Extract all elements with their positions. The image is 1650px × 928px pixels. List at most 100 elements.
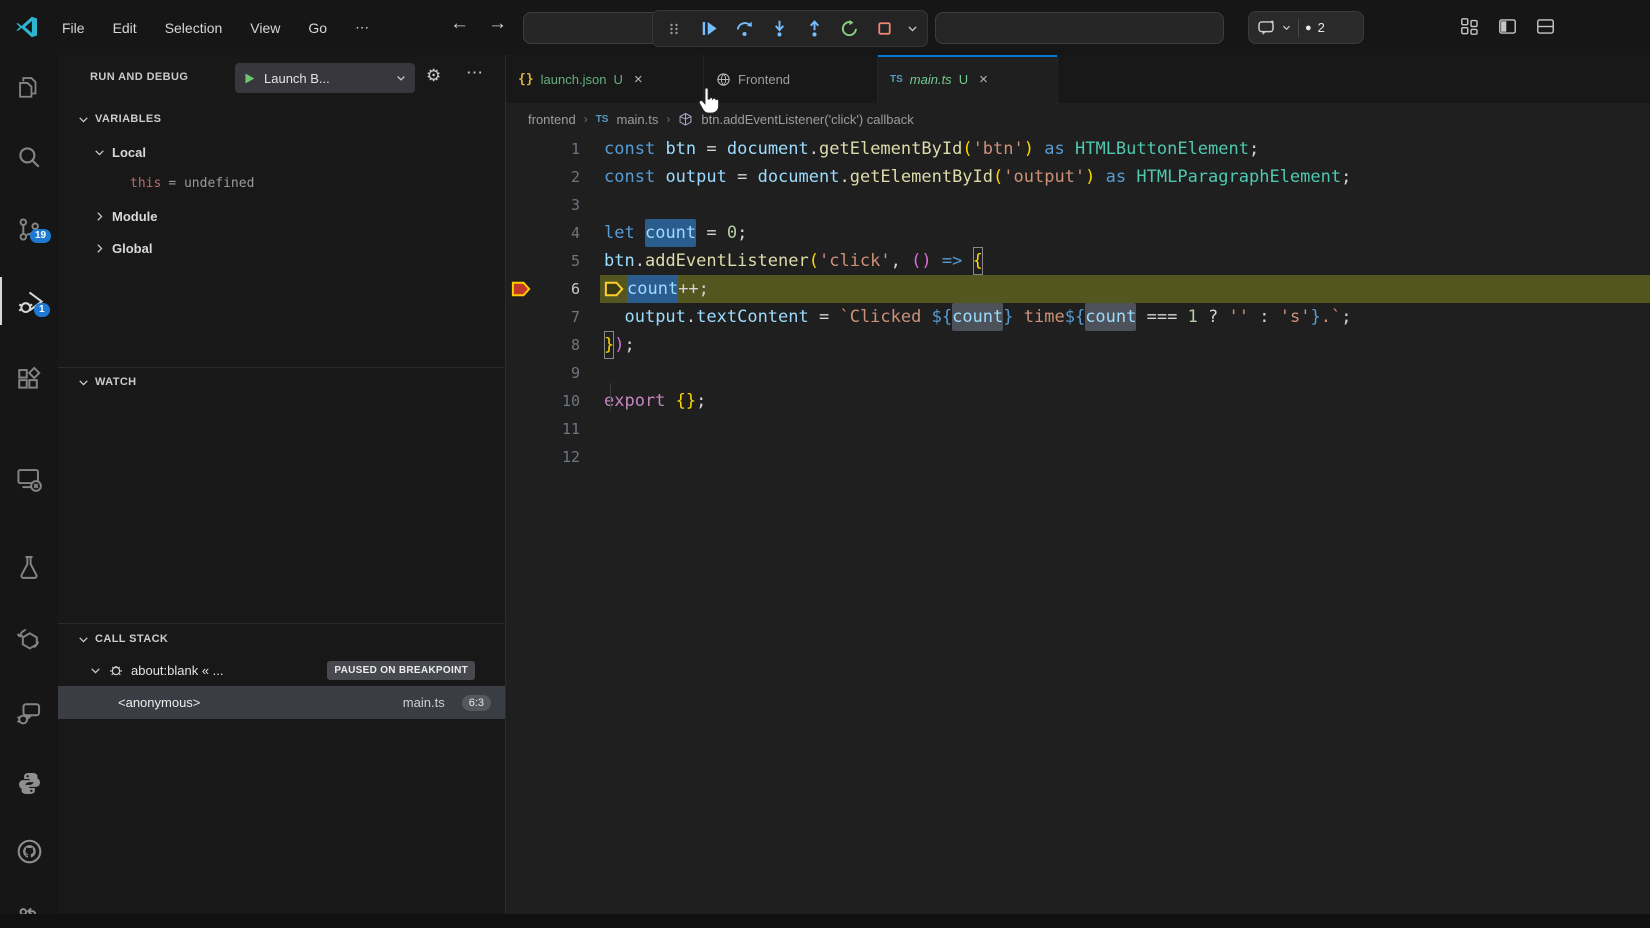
- tab-launch-json[interactable]: {} launch.json U ×: [506, 55, 704, 103]
- breakpoint-icon[interactable]: [506, 275, 536, 303]
- step-into-icon[interactable]: [764, 14, 795, 44]
- github-icon[interactable]: [0, 827, 58, 875]
- close-icon[interactable]: ×: [979, 71, 988, 88]
- variable-this-row[interactable]: this = undefined: [58, 168, 505, 198]
- menu-view[interactable]: View: [236, 20, 294, 36]
- code-line[interactable]: 7 output.textContent = `Clicked ${count}…: [506, 303, 1650, 331]
- customize-layout-icon[interactable]: [1460, 17, 1479, 36]
- menu-go[interactable]: Go: [294, 20, 341, 36]
- line-content[interactable]: const btn = document.getElementById('btn…: [580, 135, 1259, 163]
- gutter[interactable]: [506, 303, 536, 331]
- line-number[interactable]: 11: [536, 415, 580, 443]
- launch-config-button[interactable]: Launch B...: [235, 63, 415, 93]
- gutter[interactable]: [506, 359, 536, 387]
- gutter[interactable]: [506, 415, 536, 443]
- line-content[interactable]: const output = document.getElementById('…: [580, 163, 1351, 191]
- line-number[interactable]: 5: [536, 247, 580, 275]
- gear-icon[interactable]: ⚙: [426, 66, 441, 86]
- start-debug-icon[interactable]: [243, 72, 256, 85]
- line-number[interactable]: 12: [536, 443, 580, 471]
- line-content[interactable]: [580, 443, 604, 471]
- gutter[interactable]: [506, 443, 536, 471]
- code-line[interactable]: 10export {};: [506, 387, 1650, 415]
- line-number[interactable]: 1: [536, 135, 580, 163]
- command-center-left[interactable]: [523, 12, 663, 44]
- sidebar-more-icon[interactable]: ⋯: [466, 63, 483, 83]
- code-line[interactable]: 12: [506, 443, 1650, 471]
- stack-frame-row[interactable]: <anonymous> main.ts 6:3: [58, 686, 505, 719]
- package-icon[interactable]: [0, 615, 58, 663]
- line-content[interactable]: count++;: [580, 275, 709, 303]
- menu-file[interactable]: File: [48, 20, 99, 36]
- menu-more-icon[interactable]: ⋯: [341, 19, 383, 36]
- copilot-chat-icon[interactable]: [1257, 19, 1275, 37]
- scope-local-row[interactable]: Local: [58, 137, 505, 167]
- back-icon[interactable]: ←: [450, 13, 469, 35]
- command-center-right[interactable]: [935, 12, 1224, 44]
- code-line[interactable]: 3: [506, 191, 1650, 219]
- gutter[interactable]: [506, 163, 536, 191]
- restart-icon[interactable]: [834, 14, 865, 44]
- code-line[interactable]: 11: [506, 415, 1650, 443]
- menu-selection[interactable]: Selection: [151, 20, 237, 36]
- code-line[interactable]: 1const btn = document.getElementById('bt…: [506, 135, 1650, 163]
- remote-explorer-icon[interactable]: [0, 455, 58, 503]
- tab-frontend[interactable]: Frontend: [704, 55, 878, 103]
- chat-debug-icon[interactable]: [0, 689, 58, 737]
- forward-icon[interactable]: →: [488, 13, 507, 35]
- copilot-chevron-icon[interactable]: [1281, 22, 1292, 33]
- line-content[interactable]: export {};: [580, 387, 706, 415]
- scope-module-row[interactable]: Module: [58, 201, 505, 231]
- code-area[interactable]: 1const btn = document.getElementById('bt…: [506, 135, 1650, 928]
- status-count[interactable]: 2: [1318, 20, 1325, 35]
- gutter[interactable]: [506, 219, 536, 247]
- variables-section-header[interactable]: VARIABLES: [58, 105, 505, 133]
- gutter[interactable]: [506, 135, 536, 163]
- gutter[interactable]: [506, 247, 536, 275]
- line-number[interactable]: 7: [536, 303, 580, 331]
- python-icon[interactable]: [0, 759, 58, 807]
- menu-edit[interactable]: Edit: [99, 20, 151, 36]
- code-line[interactable]: 2const output = document.getElementById(…: [506, 163, 1650, 191]
- gutter[interactable]: [506, 191, 536, 219]
- testing-icon[interactable]: [0, 543, 58, 591]
- source-control-icon[interactable]: 19: [0, 205, 58, 253]
- explorer-icon[interactable]: [0, 63, 58, 111]
- line-number[interactable]: 8: [536, 331, 580, 359]
- code-line[interactable]: 9: [506, 359, 1650, 387]
- line-number[interactable]: 6: [536, 275, 580, 303]
- close-icon[interactable]: ×: [634, 71, 643, 88]
- stop-icon[interactable]: [869, 14, 900, 44]
- toggle-sidebar-icon[interactable]: [1498, 17, 1517, 36]
- run-debug-icon[interactable]: 1: [0, 277, 60, 325]
- step-out-icon[interactable]: [799, 14, 830, 44]
- line-content[interactable]: [580, 415, 604, 443]
- line-content[interactable]: [580, 191, 604, 219]
- line-content[interactable]: [580, 359, 604, 387]
- line-number[interactable]: 9: [536, 359, 580, 387]
- call-stack-section-header[interactable]: CALL STACK: [58, 625, 505, 653]
- gutter[interactable]: [506, 387, 536, 415]
- toolbar-chevron-icon[interactable]: [904, 14, 921, 44]
- breadcrumb-folder[interactable]: frontend: [528, 112, 576, 127]
- tab-main-ts[interactable]: TS main.ts U ×: [878, 55, 1058, 103]
- breadcrumb-file[interactable]: main.ts: [616, 112, 658, 127]
- code-line[interactable]: 6count++;: [506, 275, 1650, 303]
- line-number[interactable]: 10: [536, 387, 580, 415]
- line-number[interactable]: 4: [536, 219, 580, 247]
- gripper-icon[interactable]: [659, 14, 690, 44]
- step-over-icon[interactable]: [729, 14, 760, 44]
- code-line[interactable]: 4let count = 0;: [506, 219, 1650, 247]
- code-line[interactable]: 5btn.addEventListener('click', () => {: [506, 247, 1650, 275]
- line-number[interactable]: 2: [536, 163, 580, 191]
- line-content[interactable]: output.textContent = `Clicked ${count} t…: [580, 303, 1351, 331]
- watch-section-header[interactable]: WATCH: [58, 368, 505, 396]
- continue-icon[interactable]: [694, 14, 725, 44]
- debug-session-row[interactable]: about:blank « ... PAUSED ON BREAKPOINT: [58, 655, 505, 685]
- scope-global-row[interactable]: Global: [58, 233, 505, 263]
- gutter[interactable]: [506, 331, 536, 359]
- search-icon[interactable]: [0, 133, 58, 181]
- code-line[interactable]: 8});: [506, 331, 1650, 359]
- line-number[interactable]: 3: [536, 191, 580, 219]
- line-content[interactable]: let count = 0;: [580, 219, 747, 247]
